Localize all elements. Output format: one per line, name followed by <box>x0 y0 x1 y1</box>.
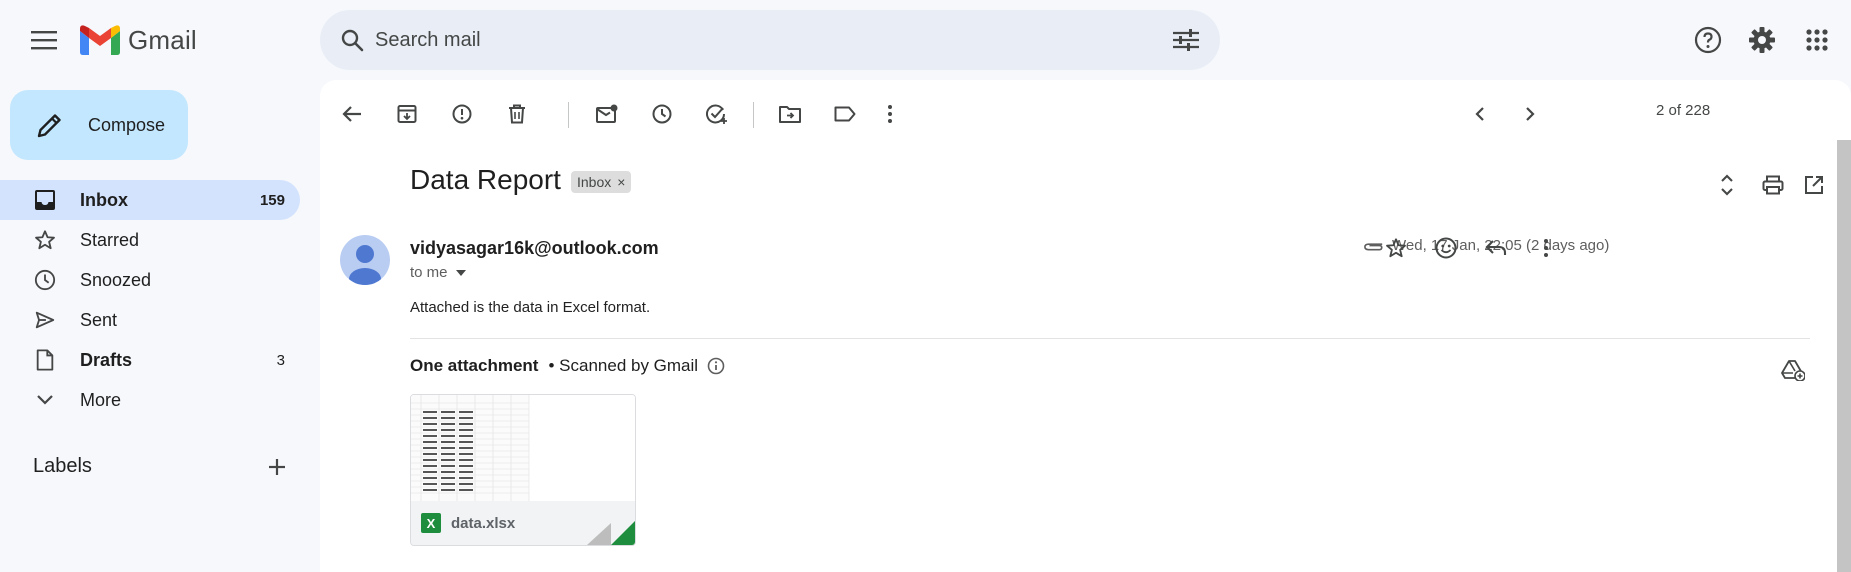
gmail-m-icon <box>80 25 120 55</box>
settings-gear-icon[interactable] <box>1738 16 1786 64</box>
toolbar-divider <box>753 102 754 128</box>
older-chevron-right-icon[interactable] <box>1510 94 1550 134</box>
emoji-reaction-icon[interactable] <box>1426 228 1466 268</box>
sender-avatar[interactable] <box>340 235 390 285</box>
sidebar-nav: Inbox 159 Starred Snoozed Sent Drafts 3 … <box>0 180 300 420</box>
clock-icon <box>33 268 57 292</box>
attachment-filename: data.xlsx <box>451 515 516 532</box>
drafts-count: 3 <box>276 351 285 369</box>
help-icon[interactable] <box>1684 16 1732 64</box>
sender-email[interactable]: vidyasagar16k@outlook.com <box>410 238 659 259</box>
top-bar: Gmail <box>0 0 1851 80</box>
spreadsheet-preview-thumbnail <box>411 395 635 501</box>
app-name: Gmail <box>128 24 197 55</box>
back-arrow-icon[interactable] <box>332 94 372 134</box>
labels-heading: Labels <box>33 455 92 477</box>
sidebar-item-label: Inbox <box>80 189 128 210</box>
hamburger-icon <box>31 31 57 50</box>
search-icon[interactable] <box>336 24 368 56</box>
attachment-corner-fold <box>587 521 635 545</box>
sidebar-item-label: Snoozed <box>80 269 152 290</box>
toolbar-divider <box>568 102 569 128</box>
star-icon[interactable] <box>1376 228 1416 268</box>
expand-all-icon[interactable] <box>1707 165 1747 205</box>
caret-down-icon <box>455 269 466 276</box>
file-icon <box>33 348 57 372</box>
sidebar-item-label: Sent <box>80 309 118 330</box>
add-to-drive-icon[interactable] <box>1775 352 1811 388</box>
label-chip-text: Inbox <box>577 174 612 190</box>
inbox-label-chip[interactable]: Inbox × <box>571 171 632 193</box>
sidebar-item-inbox[interactable]: Inbox 159 <box>0 180 300 220</box>
sidebar-item-label: Starred <box>80 229 140 250</box>
recipient-details-toggle[interactable]: to me <box>410 264 466 281</box>
recipient-text: to me <box>410 264 448 281</box>
email-subject: Data Report <box>410 164 561 195</box>
add-to-tasks-icon[interactable] <box>697 94 737 134</box>
report-spam-icon[interactable] <box>442 94 482 134</box>
star-icon <box>33 228 57 252</box>
gmail-logo[interactable]: Gmail <box>80 22 197 58</box>
print-icon[interactable] <box>1753 165 1793 205</box>
snooze-clock-icon[interactable] <box>642 94 682 134</box>
search-bar <box>320 10 1220 70</box>
compose-label: Compose <box>88 114 166 135</box>
inbox-icon <box>33 188 57 212</box>
send-icon <box>33 308 57 332</box>
search-input[interactable] <box>375 10 1135 70</box>
archive-icon[interactable] <box>387 94 427 134</box>
delete-trash-icon[interactable] <box>497 94 537 134</box>
sidebar-item-sent[interactable]: Sent <box>0 300 300 340</box>
move-to-folder-icon[interactable] <box>770 94 810 134</box>
attachments-header: One attachment • Scanned by Gmail <box>410 356 726 376</box>
sidebar-item-snoozed[interactable]: Snoozed <box>0 260 300 300</box>
sidebar-item-label: More <box>80 389 122 410</box>
pagination-count: 2 of 228 <box>1656 102 1711 119</box>
sidebar-item-label: Drafts <box>80 349 133 370</box>
sidebar-item-more[interactable]: More <box>0 380 300 420</box>
message-body: Attached is the data in Excel format. <box>410 299 651 316</box>
more-options-vertical-icon[interactable] <box>870 94 910 134</box>
add-label-plus-icon[interactable] <box>262 452 292 482</box>
scan-note: • Scanned by Gmail <box>548 356 699 375</box>
pencil-icon <box>32 107 68 143</box>
mark-unread-icon[interactable] <box>587 94 627 134</box>
open-in-new-window-icon[interactable] <box>1794 165 1834 205</box>
excel-file-icon: X <box>421 513 441 533</box>
attachments-title: One attachment <box>410 356 539 375</box>
remove-label-icon[interactable]: × <box>617 174 625 190</box>
label-tag-icon[interactable] <box>825 94 865 134</box>
apps-grid-icon[interactable] <box>1793 16 1841 64</box>
message-more-options-icon[interactable] <box>1526 228 1566 268</box>
attachments-divider <box>410 338 1810 339</box>
sidebar-item-starred[interactable]: Starred <box>0 220 300 260</box>
reply-arrow-icon[interactable] <box>1476 228 1516 268</box>
search-options-icon[interactable] <box>1168 22 1204 58</box>
newer-chevron-left-icon[interactable] <box>1460 94 1500 134</box>
attachment-card[interactable]: X data.xlsx <box>410 394 636 546</box>
info-icon[interactable] <box>706 356 726 376</box>
sidebar-item-drafts[interactable]: Drafts 3 <box>0 340 300 380</box>
message-view: 2 of 228 Data Report Inbox × vidyasagar1… <box>320 80 1851 572</box>
chevron-down-icon <box>33 388 57 412</box>
main-menu-button[interactable] <box>20 16 68 64</box>
scrollbar[interactable] <box>1837 140 1851 572</box>
unread-count: 159 <box>259 191 285 209</box>
compose-button[interactable]: Compose <box>10 90 188 160</box>
